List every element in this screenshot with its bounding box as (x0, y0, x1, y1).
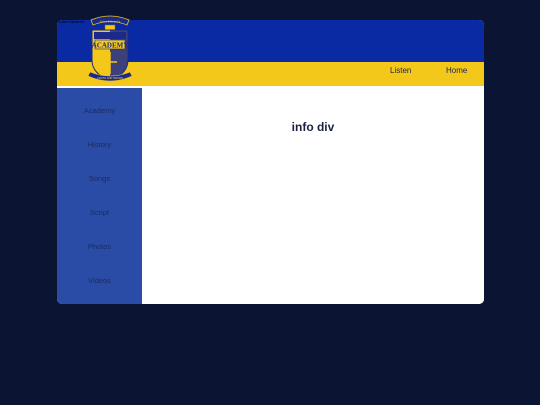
sidebar-item-videos[interactable]: Videos (57, 276, 142, 285)
nav-home-link[interactable]: Home (446, 66, 467, 75)
academy-crest-logo[interactable]: Saint Edward's ACADEMY CROSS AND SWORD (88, 14, 132, 86)
crest-ribbon-text: CROSS AND SWORD (97, 76, 123, 80)
nav-listen-link[interactable]: Listen (390, 66, 411, 75)
sidebar: Academy History Songs Script Photos Vide… (57, 88, 142, 304)
sidebar-item-script[interactable]: Script (57, 208, 142, 217)
crest-top-text: Saint Edward's (100, 20, 121, 24)
crest-main-text: ACADEMY (92, 42, 129, 50)
sidebar-item-history[interactable]: History (57, 140, 142, 149)
info-panel: info div (142, 88, 484, 304)
info-title: info div (291, 120, 335, 134)
sidebar-item-photos[interactable]: Photos (57, 242, 142, 251)
sidebar-item-academy[interactable]: Academy (57, 106, 142, 115)
sidebar-item-songs[interactable]: Songs (57, 174, 142, 183)
